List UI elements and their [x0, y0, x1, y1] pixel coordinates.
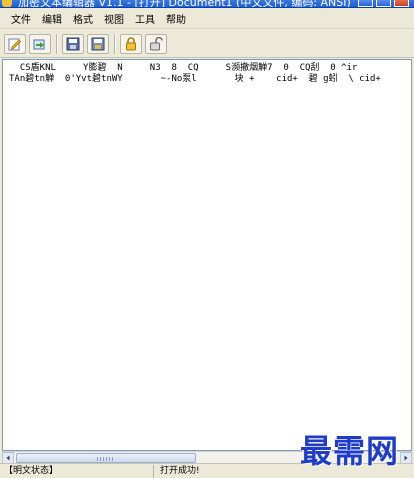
- toolbar-separator: [56, 33, 58, 54]
- menu-edit[interactable]: 编辑: [37, 9, 67, 28]
- lock-icon: [126, 36, 136, 50]
- menu-view[interactable]: 视图: [99, 9, 129, 28]
- menu-bar: 文件 编辑 格式 视图 工具 帮助: [0, 9, 414, 29]
- text-editor[interactable]: CS盾KNL Y膨碧 N N3 8 CQ S濒撤烟觯7 0 CQ刮 0 ^ir …: [2, 59, 412, 451]
- save-icon: [66, 37, 80, 50]
- arrow-right-icon: [404, 455, 408, 461]
- edit-button[interactable]: [4, 33, 26, 54]
- status-mode: 【明文状态】: [0, 465, 154, 478]
- title-bar[interactable]: 加密文本编辑器 V1.1 - [打开] Document1 (中文文件, 编码:…: [0, 0, 414, 8]
- editor-line[interactable]: TAn碧tn觯 0'Yvt碧tnWY ~-No泵l 块 + cid+ 碧 g蚓 …: [9, 71, 411, 84]
- menu-tools[interactable]: 工具: [130, 9, 160, 28]
- arrow-left-icon: [6, 455, 10, 461]
- edit-icon: [8, 38, 21, 50]
- watermark: 最需网: [300, 432, 400, 470]
- open-icon: [33, 39, 45, 49]
- decrypt-button[interactable]: [145, 33, 167, 54]
- menu-file[interactable]: 文件: [6, 9, 36, 28]
- toolbar-separator: [114, 33, 116, 54]
- save-all-button[interactable]: [87, 33, 109, 54]
- unlock-icon: [150, 36, 163, 50]
- maximize-button[interactable]: [376, 0, 391, 7]
- scrollbar-grip: [97, 457, 113, 461]
- window-title: 加密文本编辑器 V1.1 - [打开] Document1 (中文文件, 编码:…: [18, 0, 351, 8]
- close-button[interactable]: [394, 0, 409, 7]
- menu-help[interactable]: 帮助: [161, 9, 191, 28]
- toolbar: [0, 30, 414, 58]
- minimize-button[interactable]: [358, 0, 373, 7]
- app-window: 加密文本编辑器 V1.1 - [打开] Document1 (中文文件, 编码:…: [0, 0, 414, 478]
- app-icon: [2, 0, 12, 7]
- save-all-icon: [91, 37, 105, 50]
- save-button[interactable]: [62, 33, 84, 54]
- menu-format[interactable]: 格式: [68, 9, 98, 28]
- open-button[interactable]: [29, 33, 51, 54]
- scrollbar-thumb[interactable]: [16, 453, 196, 463]
- encrypt-button[interactable]: [120, 33, 142, 54]
